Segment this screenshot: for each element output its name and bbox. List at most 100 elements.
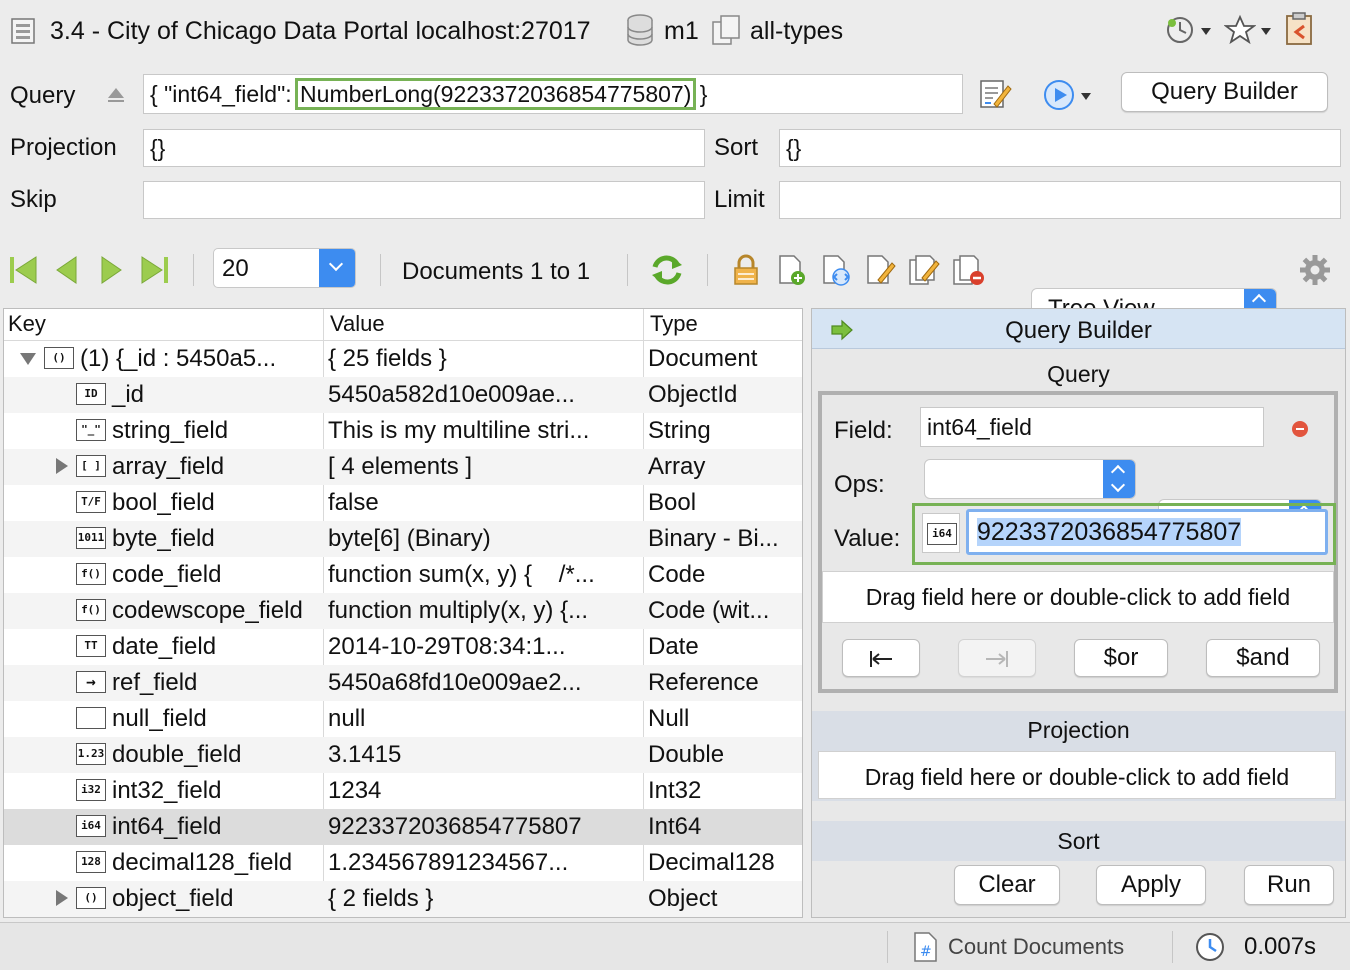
- remove-field-icon[interactable]: [1292, 421, 1308, 437]
- type-cell: Binary - Bi...: [648, 525, 779, 552]
- sort-input[interactable]: {}: [779, 129, 1341, 167]
- type-cell: Reference: [648, 669, 759, 696]
- query-input[interactable]: { "int64_field": NumberLong(922337203685…: [143, 74, 963, 114]
- run-options-dropdown-icon[interactable]: [1081, 93, 1091, 100]
- column-header-key[interactable]: Key: [8, 311, 46, 337]
- ops-left-select[interactable]: [924, 459, 1136, 499]
- star-dropdown-icon[interactable]: [1261, 28, 1271, 35]
- value-cell: function sum(x, y) { /*...: [328, 561, 595, 588]
- timer-icon: [1196, 933, 1224, 961]
- page-size-select[interactable]: 20: [213, 248, 356, 288]
- and-button[interactable]: $and: [1206, 639, 1320, 677]
- delete-document-icon[interactable]: [952, 254, 986, 286]
- query-drop-zone[interactable]: Drag field here or double-click to add f…: [822, 571, 1334, 623]
- limit-input[interactable]: [779, 181, 1341, 219]
- table-row[interactable]: 1.23 double_field 3.1415 Double: [4, 737, 802, 773]
- skip-input[interactable]: [143, 181, 705, 219]
- or-button[interactable]: $or: [1074, 639, 1168, 677]
- clear-button[interactable]: Clear: [954, 865, 1060, 905]
- status-separator: [887, 931, 888, 963]
- value-cell: 2014-10-29T08:34:1...: [328, 633, 566, 660]
- run-query-icon[interactable]: [1042, 78, 1076, 112]
- table-row[interactable]: TT date_field 2014-10-29T08:34:1... Date: [4, 629, 802, 665]
- collapse-triangle-icon[interactable]: [20, 353, 36, 365]
- edit-document-icon[interactable]: [864, 254, 896, 286]
- expand-triangle-icon[interactable]: [56, 890, 68, 906]
- value-input-text: 9223372036854775807: [977, 518, 1242, 546]
- column-header-type[interactable]: Type: [650, 311, 698, 337]
- status-bar: # Count Documents 0.007s: [0, 922, 1350, 970]
- null-type-icon: [76, 707, 106, 729]
- apply-arrow-icon[interactable]: [830, 319, 854, 341]
- type-cell: Double: [648, 741, 725, 768]
- projection-drop-zone[interactable]: Drag field here or double-click to add f…: [818, 751, 1336, 799]
- table-row-selected[interactable]: i64 int64_field 9223372036854775807 Int6…: [4, 809, 802, 845]
- query-collapse-bar-icon: [108, 100, 124, 102]
- limit-label: Limit: [714, 186, 765, 213]
- history-dropdown-icon[interactable]: [1201, 28, 1211, 35]
- edit-query-icon[interactable]: [978, 76, 1012, 112]
- indent-right-button[interactable]: [958, 639, 1036, 677]
- refresh-icon[interactable]: [650, 253, 684, 287]
- type-cell: Code (wit...: [648, 597, 770, 624]
- count-documents-icon[interactable]: #: [912, 931, 940, 963]
- string-type-icon: "_": [76, 419, 106, 441]
- title-bar: 3.4 - City of Chicago Data Portal localh…: [0, 0, 1350, 62]
- table-row[interactable]: i32 int32_field 1234 Int32: [4, 773, 802, 809]
- view-document-icon[interactable]: [820, 254, 852, 286]
- table-row[interactable]: null_field null Null: [4, 701, 802, 737]
- projection-input[interactable]: {}: [143, 129, 705, 167]
- last-page-icon[interactable]: [140, 254, 170, 286]
- query-builder-button[interactable]: Query Builder: [1121, 72, 1328, 112]
- key-cell: date_field: [112, 633, 217, 660]
- table-row[interactable]: () (1) {_id : 5450a5... { 25 fields } Do…: [4, 341, 802, 377]
- key-cell: int64_field: [112, 813, 222, 840]
- star-icon[interactable]: [1224, 14, 1256, 46]
- value-cell: 5450a582d10e009ae...: [328, 381, 575, 408]
- value-input[interactable]: 9223372036854775807: [966, 509, 1328, 555]
- value-type-icon-box[interactable]: i64: [922, 513, 960, 553]
- page-size-dropdown-icon[interactable]: [319, 249, 355, 287]
- field-label: Field:: [834, 417, 893, 444]
- table-row[interactable]: 128 decimal128_field 1.234567891234567..…: [4, 845, 802, 881]
- type-cell: Document: [648, 345, 758, 372]
- query-collapse-icon[interactable]: [108, 88, 124, 98]
- table-row[interactable]: → ref_field 5450a68fd10e009ae2... Refere…: [4, 665, 802, 701]
- results-tree[interactable]: Key Value Type () (1) {_id : 5450a5... {…: [3, 308, 803, 918]
- arrow-left-bar-icon: [870, 651, 892, 667]
- table-row[interactable]: f() codewscope_field function multiply(x…: [4, 593, 802, 629]
- type-cell: Null: [648, 705, 690, 732]
- value-cell: 9223372036854775807: [328, 813, 582, 840]
- table-row[interactable]: ID _id 5450a582d10e009ae... ObjectId: [4, 377, 802, 413]
- apply-button[interactable]: Apply: [1096, 865, 1206, 905]
- key-cell: string_field: [112, 417, 229, 444]
- table-row[interactable]: T/F bool_field false Bool: [4, 485, 802, 521]
- expand-triangle-icon[interactable]: [56, 458, 68, 474]
- database-icon: [627, 14, 653, 46]
- value-cell: This is my multiline stri...: [328, 417, 590, 444]
- field-input[interactable]: int64_field: [920, 407, 1264, 447]
- settings-gear-icon[interactable]: [1299, 254, 1331, 286]
- lock-icon[interactable]: [732, 254, 760, 286]
- value-label: Value:: [834, 525, 901, 552]
- edit-multiple-icon[interactable]: [908, 254, 940, 286]
- type-cell: Code: [648, 561, 706, 588]
- table-row[interactable]: f() code_field function sum(x, y) { /*..…: [4, 557, 802, 593]
- table-row[interactable]: [ ] array_field [ 4 elements ] Array: [4, 449, 802, 485]
- insert-document-icon[interactable]: [776, 254, 808, 286]
- next-page-icon[interactable]: [98, 254, 124, 286]
- run-button[interactable]: Run: [1244, 865, 1334, 905]
- sort-section: Sort: [812, 821, 1345, 861]
- count-documents-label[interactable]: Count Documents: [948, 934, 1124, 960]
- indent-left-button[interactable]: [842, 639, 920, 677]
- table-row[interactable]: () object_field { 2 fields } Object: [4, 881, 802, 917]
- history-icon[interactable]: [1164, 14, 1196, 46]
- column-header-value[interactable]: Value: [330, 311, 385, 337]
- ops-left-stepper-icon[interactable]: [1103, 460, 1135, 498]
- clipboard-icon[interactable]: [1284, 12, 1316, 46]
- sort-label: Sort: [714, 134, 759, 161]
- previous-page-icon[interactable]: [54, 254, 80, 286]
- table-row[interactable]: "_" string_field This is my multiline st…: [4, 413, 802, 449]
- first-page-icon[interactable]: [8, 254, 38, 286]
- table-row[interactable]: 1011 byte_field byte[6] (Binary) Binary …: [4, 521, 802, 557]
